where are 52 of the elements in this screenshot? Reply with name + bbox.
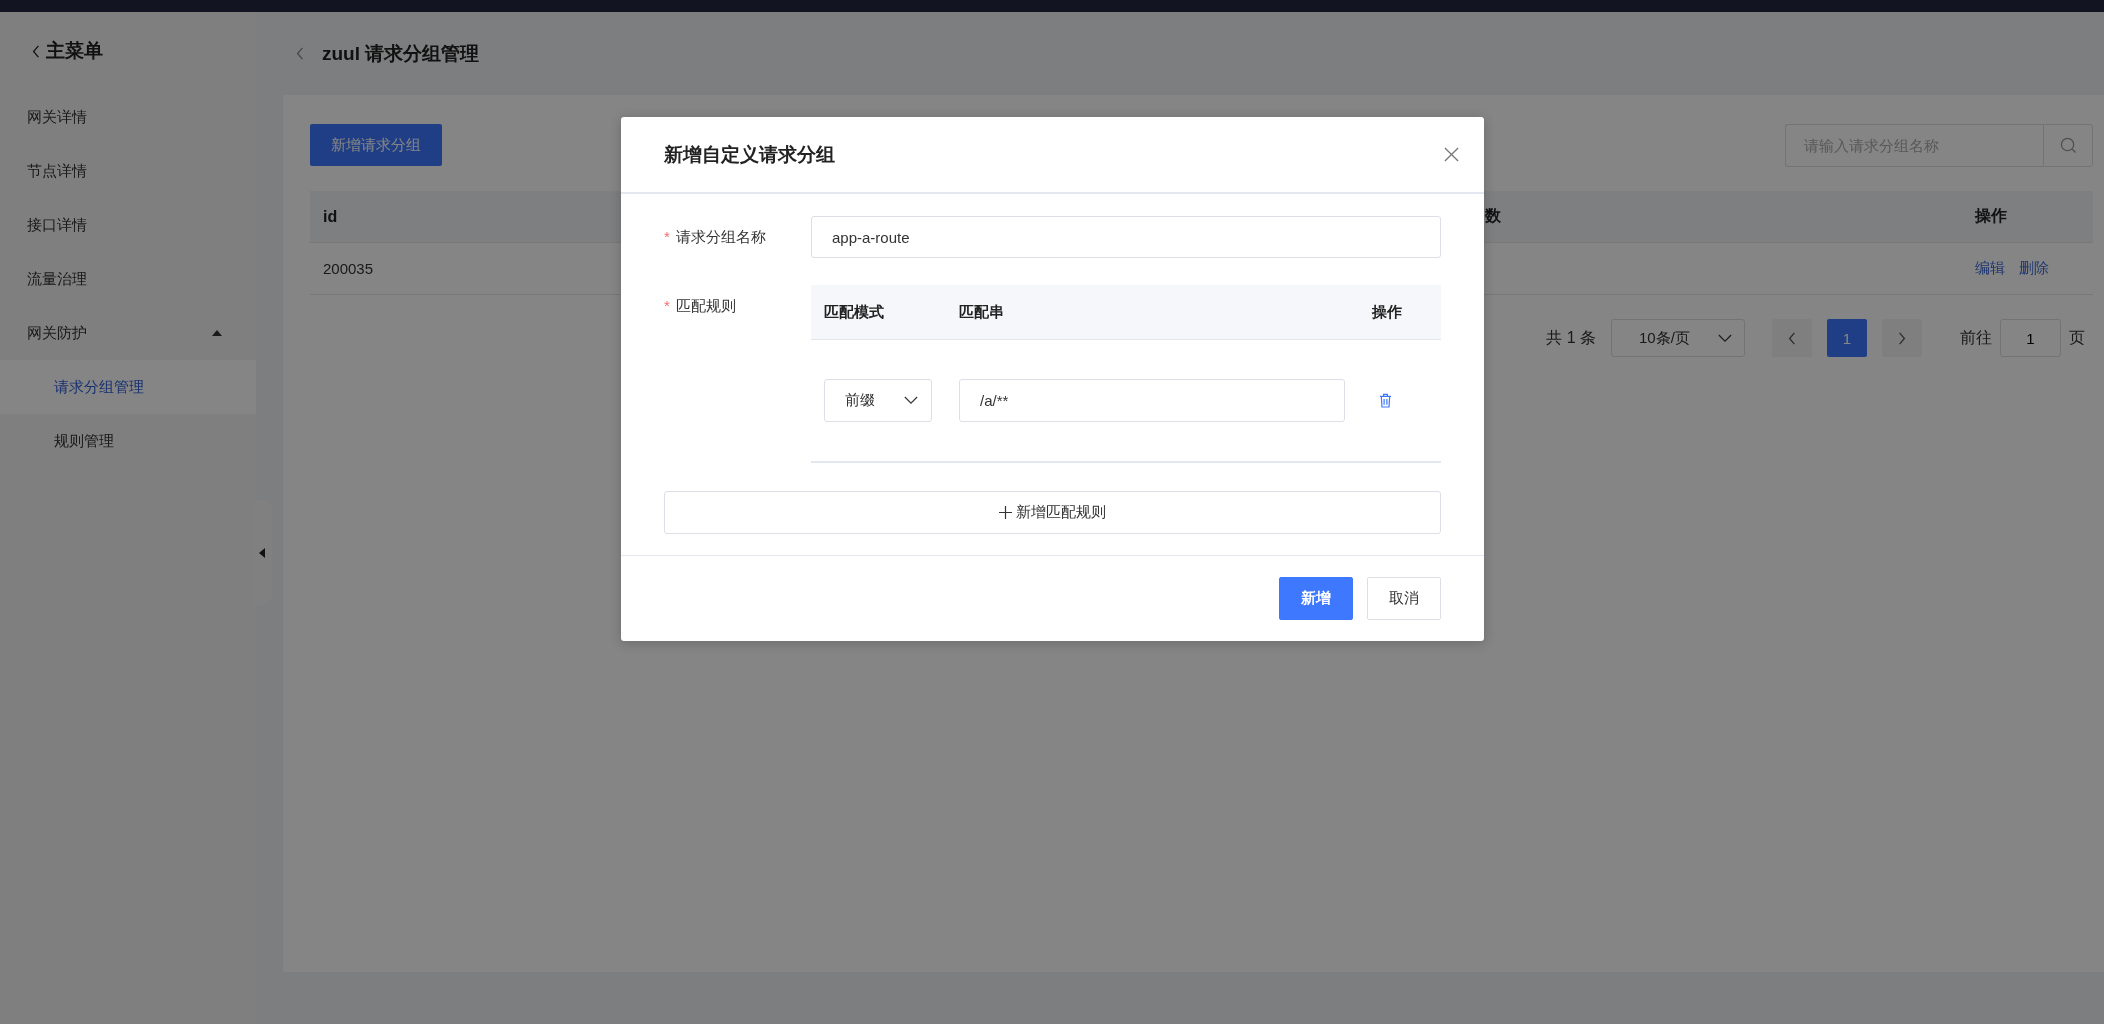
chevron-right-icon: [1898, 331, 1906, 345]
goto-label: 前往: [1960, 327, 1992, 348]
caret-left-icon: [259, 547, 265, 558]
back-link[interactable]: 主菜单: [0, 36, 256, 66]
column-header: 匹配模式: [824, 302, 884, 322]
search-icon: [2059, 137, 2077, 154]
total-count: 共 1 条: [1546, 327, 1596, 348]
table-cell-text: 200035: [322, 259, 375, 279]
required-mark: *: [664, 228, 670, 245]
action-link[interactable]: 编辑: [1975, 259, 2005, 278]
mode-select[interactable]: 前缀: [824, 379, 932, 422]
goto-page-field[interactable]: 1: [2000, 319, 2061, 357]
pattern-field[interactable]: /a/**: [959, 379, 1345, 422]
prev-page-button[interactable]: [1772, 319, 1812, 357]
plus-icon: [999, 506, 1012, 519]
chevron-left-icon: [1788, 331, 1796, 345]
close-icon: [1444, 147, 1459, 162]
column-header: 数: [1485, 206, 1501, 226]
next-page-button[interactable]: [1882, 319, 1922, 357]
dialog-button[interactable]: 新增: [1279, 577, 1353, 620]
sidebar-item[interactable]: 流量治理: [0, 252, 256, 306]
caret-icon: [212, 330, 222, 336]
required-mark: *: [664, 297, 670, 314]
page-suffix: 页: [2069, 327, 2085, 348]
add-rule-button[interactable]: 新增匹配规则: [664, 491, 1441, 534]
column-header: 匹配串: [959, 302, 1004, 322]
chevron-down-icon: [1718, 333, 1732, 343]
column-header: 操作: [1372, 302, 1402, 322]
page-size-select[interactable]: 10条/页: [1611, 319, 1745, 357]
page-title: zuul 请求分组管理: [322, 41, 480, 66]
back-icon: [296, 47, 304, 60]
sidebar-item[interactable]: 网关详情: [0, 90, 256, 144]
sidebar-item[interactable]: 规则管理: [0, 414, 256, 468]
sidebar-item[interactable]: 接口详情: [0, 198, 256, 252]
add-group-button[interactable]: 新增请求分组: [310, 124, 442, 166]
field-label: 匹配规则: [675, 297, 736, 316]
column-header: id: [323, 207, 338, 226]
dialog-button[interactable]: 取消: [1367, 577, 1441, 620]
action-link[interactable]: 删除: [2019, 259, 2049, 278]
page-button[interactable]: 1: [1827, 319, 1867, 357]
dialog-title: 新增自定义请求分组: [664, 142, 835, 167]
sidebar-item[interactable]: 网关防护: [0, 306, 256, 360]
field-label: 请求分组名称: [675, 228, 766, 247]
back-icon: [32, 44, 40, 58]
sidebar-item[interactable]: 节点详情: [0, 144, 256, 198]
chevron-down-icon: [904, 396, 918, 405]
input-field[interactable]: app-a-route: [811, 216, 1441, 258]
close-button[interactable]: [1444, 147, 1459, 162]
search-button[interactable]: [2043, 124, 2093, 167]
trash-icon: [1379, 393, 1392, 408]
sidebar-item[interactable]: 请求分组管理: [0, 360, 256, 414]
column-header: 操作: [1975, 206, 2007, 226]
